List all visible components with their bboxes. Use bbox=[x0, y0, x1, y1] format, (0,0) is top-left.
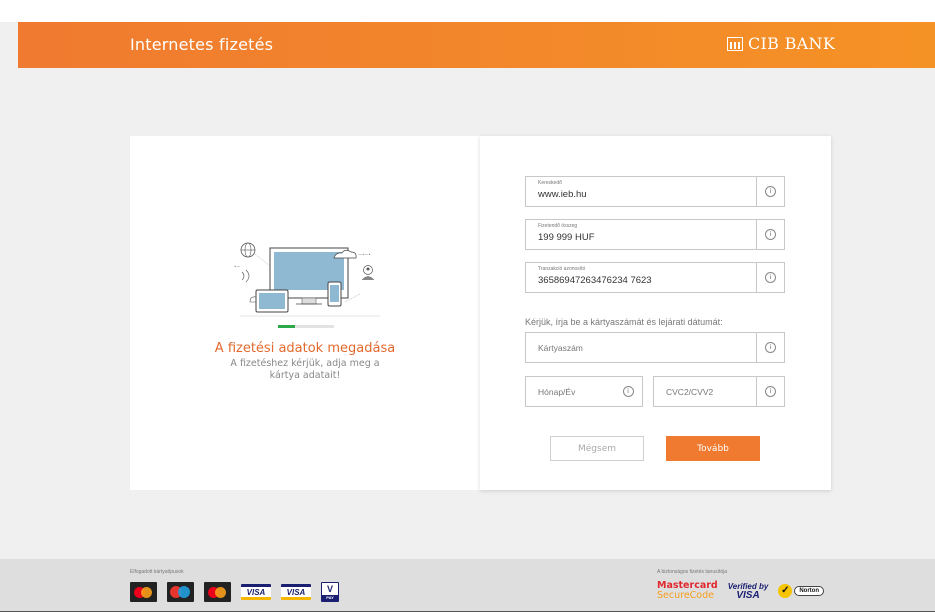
expiry-placeholder: Hónap/Év bbox=[538, 387, 576, 397]
info-icon: i bbox=[765, 229, 776, 240]
verified-by-visa-logo: Verified by VISA bbox=[728, 582, 769, 601]
transaction-value: 36586947263476234 7623 bbox=[538, 275, 652, 286]
visa-electron-icon: VISA bbox=[281, 584, 311, 600]
mastercard-icon bbox=[130, 582, 157, 602]
maestro-icon bbox=[167, 582, 194, 602]
info-icon: i bbox=[622, 386, 634, 397]
merchant-value: www.ieb.hu bbox=[538, 189, 587, 200]
norton-secured-logo: ✓ Norton bbox=[778, 584, 824, 598]
accepted-cards: VISA VISA V PAY bbox=[130, 582, 339, 602]
transaction-label: Tranzakció azonosító bbox=[538, 266, 586, 272]
mastercard-icon bbox=[204, 582, 231, 602]
merchant-field: Kereskedő www.ieb.hu i bbox=[525, 176, 785, 207]
svg-text:•—: •— bbox=[234, 264, 240, 269]
info-panel: —•—• •— A fizetési adatok megadása A fiz… bbox=[130, 136, 480, 490]
payment-form: Kereskedő www.ieb.hu i Fizetendő összeg … bbox=[480, 136, 831, 490]
card-prompt: Kérjük, írja be a kártyaszámát és lejára… bbox=[525, 317, 723, 327]
vpay-letter: V bbox=[326, 584, 333, 594]
checkmark-icon: ✓ bbox=[778, 584, 793, 598]
visa-icon: VISA bbox=[241, 584, 271, 600]
cvc-input[interactable]: CVC2/CVV2 i bbox=[653, 376, 785, 407]
cvc-info-button[interactable]: i bbox=[756, 377, 784, 406]
top-strip bbox=[0, 0, 935, 22]
page-title: Internetes fizetés bbox=[130, 35, 274, 54]
expiry-input[interactable]: Hónap/Év i bbox=[525, 376, 643, 407]
card-number-info-button[interactable]: i bbox=[756, 333, 784, 362]
vpay-sub: PAY bbox=[322, 595, 338, 601]
cvc-placeholder: CVC2/CVV2 bbox=[666, 387, 714, 397]
mastercard-securecode-logo: Mastercard SecureCode bbox=[657, 581, 718, 601]
cancel-button[interactable]: Mégsem bbox=[550, 436, 644, 461]
svg-text:—•—•: —•—• bbox=[358, 252, 371, 257]
step-subtitle: A fizetéshez kérjük, adja meg a kártya a… bbox=[230, 358, 380, 381]
info-icon: i bbox=[765, 186, 776, 197]
card-number-placeholder: Kártyaszám bbox=[538, 343, 583, 353]
amount-info-button[interactable]: i bbox=[756, 220, 784, 249]
security-label: A biztonságos fizetés tanusítója bbox=[657, 569, 728, 575]
security-logos: Mastercard SecureCode Verified by VISA ✓… bbox=[657, 581, 824, 601]
bank-logo: CIB BANK bbox=[727, 34, 835, 53]
mastercard-securecode-line2: SecureCode bbox=[657, 590, 714, 601]
info-icon: i bbox=[765, 342, 776, 353]
header-bar: Internetes fizetés CIB BANK bbox=[18, 22, 935, 68]
vpay-icon: V PAY bbox=[321, 582, 339, 602]
progress-fill bbox=[278, 325, 295, 328]
transaction-field: Tranzakció azonosító 36586947263476234 7… bbox=[525, 262, 785, 293]
step-title: A fizetési adatok megadása bbox=[214, 341, 396, 356]
devices-illustration: —•—• •— bbox=[234, 242, 380, 317]
footer-bar: Elfogadott kártyatípusok VISA VISA V PAY… bbox=[0, 559, 935, 612]
expiry-info-button[interactable]: i bbox=[614, 377, 642, 406]
card-number-input[interactable]: Kártyaszám i bbox=[525, 332, 785, 363]
info-icon: i bbox=[765, 386, 776, 397]
next-button[interactable]: Tovább bbox=[666, 436, 760, 461]
norton-label: Norton bbox=[794, 586, 824, 596]
progress-bar bbox=[278, 325, 334, 328]
amount-label: Fizetendő összeg bbox=[538, 223, 578, 229]
transaction-info-button[interactable]: i bbox=[756, 263, 784, 292]
amount-value: 199 999 HUF bbox=[538, 232, 595, 243]
bank-name: CIB BANK bbox=[748, 34, 836, 53]
accepted-cards-label: Elfogadott kártyatípusok bbox=[130, 569, 184, 575]
amount-field: Fizetendő összeg 199 999 HUF i bbox=[525, 219, 785, 250]
info-icon: i bbox=[765, 272, 776, 283]
merchant-label: Kereskedő bbox=[538, 180, 562, 186]
bank-building-icon bbox=[727, 36, 743, 51]
merchant-info-button[interactable]: i bbox=[756, 177, 784, 206]
verified-by-visa-line2: VISA bbox=[736, 590, 760, 601]
